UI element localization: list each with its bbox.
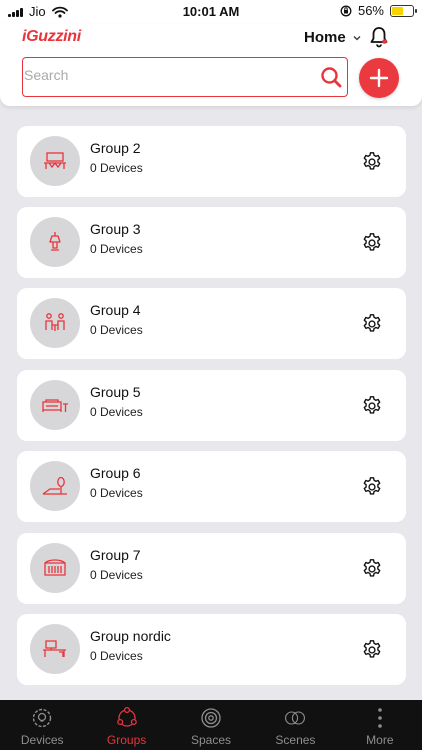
gear-icon[interactable] <box>361 476 383 498</box>
battery-percent: 56% <box>357 3 384 18</box>
group-card[interactable]: Group 4 0 Devices <box>17 288 406 359</box>
plus-icon <box>369 68 389 88</box>
gear-icon[interactable] <box>361 395 383 417</box>
sofa-icon <box>42 399 68 412</box>
device-count: 0 Devices <box>90 649 143 663</box>
gear-icon[interactable] <box>361 151 383 173</box>
tab-more[interactable]: More <box>338 700 422 750</box>
scenes-icon <box>285 711 306 725</box>
search-field[interactable] <box>22 57 348 97</box>
tab-groups[interactable]: Groups <box>84 700 168 750</box>
tab-scenes[interactable]: Scenes <box>253 700 337 750</box>
tab-devices[interactable]: Devices <box>0 700 84 750</box>
spaces-icon <box>201 708 221 728</box>
device-count: 0 Devices <box>90 405 143 419</box>
groups-icon <box>116 706 137 727</box>
status-right: 56% <box>340 3 417 18</box>
tab-label: Devices <box>20 733 64 747</box>
bulb-gear-icon <box>33 708 52 728</box>
gear-icon[interactable] <box>361 558 383 580</box>
group-avatar <box>30 298 80 348</box>
group-avatar <box>30 136 80 186</box>
group-card[interactable]: Group 5 0 Devices <box>17 370 406 441</box>
device-count: 0 Devices <box>90 486 143 500</box>
tab-label: Spaces <box>191 733 232 747</box>
search-icon[interactable] <box>319 65 343 89</box>
bottom-tab-bar: Devices Groups Spaces Scenes More <box>0 700 422 750</box>
chevron-down-icon <box>353 35 361 40</box>
group-card[interactable]: Group 2 0 Devices <box>17 126 406 197</box>
status-bar: Jio 10:01 AM 56% <box>0 0 422 24</box>
gear-icon[interactable] <box>361 313 383 335</box>
home-selector[interactable]: Home <box>304 29 362 46</box>
group-name: Group 3 <box>90 221 141 237</box>
group-name: Group 2 <box>90 140 141 156</box>
group-avatar <box>30 624 80 674</box>
group-name: Group 5 <box>90 384 141 400</box>
home-label: Home <box>304 29 346 46</box>
group-card[interactable]: Group 6 0 Devices <box>17 451 406 522</box>
battery-icon <box>390 4 417 17</box>
group-avatar <box>30 217 80 267</box>
tab-label: Groups <box>106 733 147 747</box>
device-count: 0 Devices <box>90 323 143 337</box>
device-count: 0 Devices <box>90 568 143 582</box>
more-icon <box>378 708 382 728</box>
tab-spaces[interactable]: Spaces <box>169 700 253 750</box>
bedroom-icon <box>44 152 66 169</box>
app-logo: iGuzzini <box>22 28 81 45</box>
search-input[interactable] <box>24 67 304 83</box>
group-name: Group nordic <box>90 628 171 644</box>
group-avatar <box>30 380 80 430</box>
add-group-button[interactable] <box>359 58 399 98</box>
app-header: iGuzzini Home <box>0 24 422 106</box>
group-card[interactable]: Group 3 0 Devices <box>17 207 406 278</box>
device-count: 0 Devices <box>90 242 143 256</box>
lamp-icon <box>49 232 61 251</box>
garden-icon <box>42 476 67 495</box>
orientation-lock-icon <box>340 5 352 16</box>
device-count: 0 Devices <box>90 161 143 175</box>
radiator-icon <box>44 559 66 576</box>
group-avatar <box>30 543 80 593</box>
gear-icon[interactable] <box>361 639 383 661</box>
bell-icon[interactable] <box>367 25 391 49</box>
group-card[interactable]: Group 7 0 Devices <box>17 533 406 604</box>
gear-icon[interactable] <box>361 232 383 254</box>
meeting-icon <box>45 313 65 331</box>
tab-label: More <box>366 733 394 747</box>
group-card[interactable]: Group nordic 0 Devices <box>17 614 406 685</box>
group-name: Group 6 <box>90 465 141 481</box>
group-name: Group 4 <box>90 302 141 318</box>
tab-label: Scenes <box>275 733 316 747</box>
desk-icon <box>43 640 66 657</box>
group-avatar <box>30 461 80 511</box>
group-name: Group 7 <box>90 547 141 563</box>
